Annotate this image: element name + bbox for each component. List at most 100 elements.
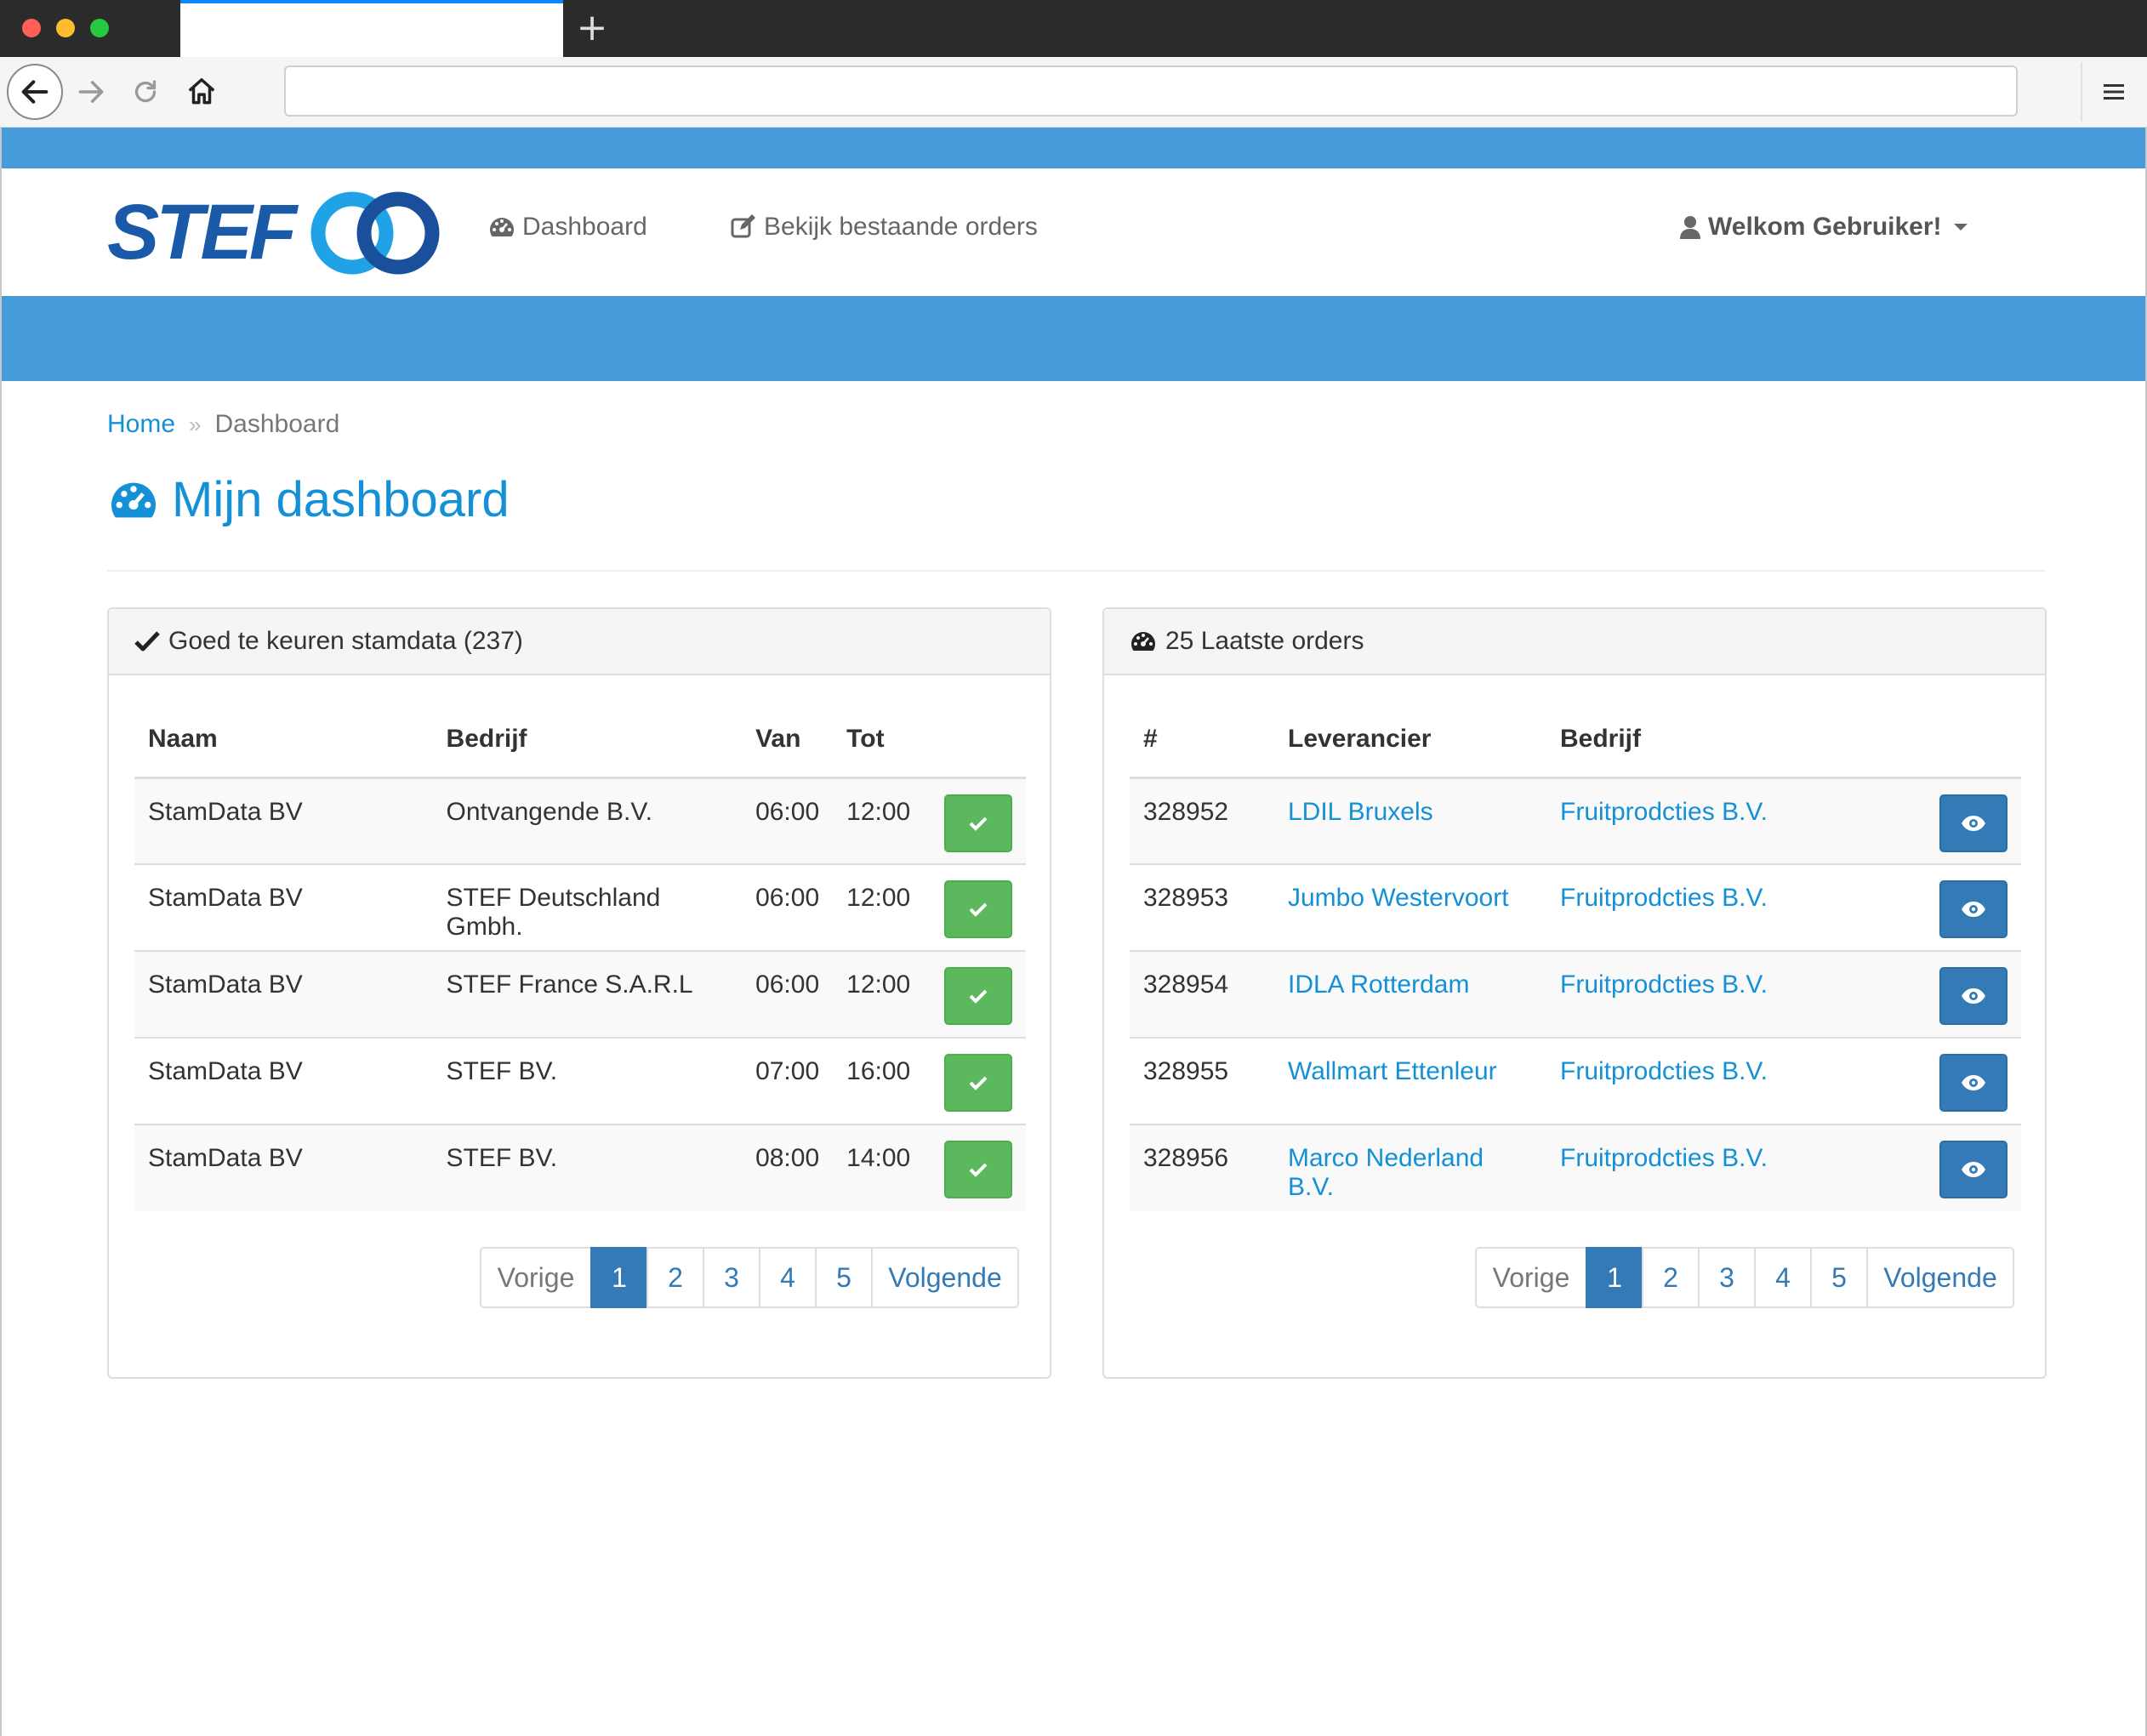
table-row: 328956 Marco Nederland B.V. Fruitprodcti… (1130, 1124, 2021, 1211)
breadcrumb: Home » Dashboard (107, 410, 339, 439)
leverancier-link[interactable]: Wallmart Ettenleur (1288, 1057, 1497, 1085)
cell-bedrijf: Fruitprodcties B.V. (1546, 1037, 1887, 1124)
eye-icon (1962, 988, 1985, 1004)
site-navbar: STEF Dashboard Bekijk bestaande orders W… (2, 168, 2145, 296)
pagination-page-4[interactable]: 4 (1754, 1247, 1812, 1308)
table-row: 328955 Wallmart Ettenleur Fruitprodcties… (1130, 1037, 2021, 1124)
home-button[interactable] (174, 64, 230, 120)
column-header-naam: Naam (134, 703, 433, 779)
breadcrumb-home-link[interactable]: Home (107, 410, 175, 439)
leverancier-link[interactable]: IDLA Rotterdam (1288, 970, 1469, 999)
breadcrumb-current: Dashboard (214, 410, 340, 438)
cell-actions (1887, 777, 2021, 864)
approve-button[interactable] (944, 967, 1012, 1025)
bedrijf-link[interactable]: Fruitprodcties B.V. (1560, 884, 1768, 912)
cell-actions (924, 1124, 1026, 1211)
cell-naam: StamData BV (134, 1037, 433, 1124)
cell-order-id: 328952 (1130, 777, 1274, 864)
title-divider (107, 570, 2045, 572)
eye-icon (1962, 902, 1985, 917)
pagination-page-5[interactable]: 5 (1810, 1247, 1868, 1308)
approve-button[interactable] (944, 1141, 1012, 1198)
check-icon (969, 902, 988, 917)
table-row: 328954 IDLA Rotterdam Fruitprodcties B.V… (1130, 950, 2021, 1038)
cell-bedrijf: STEF France S.A.R.L (432, 950, 743, 1038)
cell-van: 06:00 (742, 863, 834, 951)
svg-text:STEF: STEF (107, 191, 299, 276)
bedrijf-link[interactable]: Fruitprodcties B.V. (1560, 798, 1768, 826)
browser-toolbar (0, 57, 2147, 128)
cell-order-id: 328955 (1130, 1037, 1274, 1124)
cell-bedrijf: STEF Deutschland Gmbh. (432, 863, 743, 951)
leverancier-link[interactable]: LDIL Bruxels (1288, 798, 1433, 826)
orders-panel: 25 Laatste orders # Leverancier Bedrijf … (1102, 607, 2047, 1379)
browser-tab[interactable] (180, 0, 563, 57)
pagination-previous[interactable]: Vorige (480, 1247, 592, 1308)
view-order-button[interactable] (1939, 880, 2007, 938)
pagination-page-5[interactable]: 5 (815, 1247, 873, 1308)
forward-button[interactable] (63, 64, 119, 120)
approve-button[interactable] (944, 1054, 1012, 1112)
pagination-next[interactable]: Volgende (871, 1247, 1019, 1308)
dashboard-icon (1131, 632, 1155, 651)
view-order-button[interactable] (1939, 794, 2007, 852)
stef-logo[interactable]: STEF (107, 189, 447, 276)
nav-orders-link[interactable]: Bekijk bestaande orders (730, 213, 1038, 242)
cell-leverancier: Wallmart Ettenleur (1274, 1037, 1546, 1124)
toolbar-divider (2081, 62, 2082, 122)
column-header-tot: Tot (833, 703, 925, 779)
cell-naam: StamData BV (134, 863, 433, 951)
pagination-page-1[interactable]: 1 (1586, 1247, 1643, 1308)
pagination-next[interactable]: Volgende (1866, 1247, 2014, 1308)
nav-dashboard-link[interactable]: Dashboard (488, 213, 647, 242)
header-banner (2, 296, 2145, 381)
minimize-window-button[interactable] (56, 19, 75, 37)
close-window-button[interactable] (22, 19, 41, 37)
table-row: 328953 Jumbo Westervoort Fruitprodcties … (1130, 863, 2021, 951)
view-order-button[interactable] (1939, 1054, 2007, 1112)
view-order-button[interactable] (1939, 967, 2007, 1025)
new-tab-button[interactable]: + (572, 7, 612, 49)
table-row: StamData BV STEF BV. 08:00 14:00 (134, 1124, 1026, 1211)
column-header-actions (924, 703, 1026, 779)
view-order-button[interactable] (1939, 1141, 2007, 1198)
dashboard-icon (111, 482, 156, 517)
web-page: STEF Dashboard Bekijk bestaande orders W… (0, 128, 2147, 1736)
back-button[interactable] (7, 64, 63, 120)
bedrijf-link[interactable]: Fruitprodcties B.V. (1560, 1057, 1768, 1085)
bedrijf-link[interactable]: Fruitprodcties B.V. (1560, 1144, 1768, 1172)
reload-button[interactable] (117, 64, 174, 120)
column-header-van: Van (742, 703, 834, 779)
cell-actions (924, 1037, 1026, 1124)
pagination-page-2[interactable]: 2 (1642, 1247, 1700, 1308)
column-header-actions (1887, 703, 2021, 779)
bedrijf-link[interactable]: Fruitprodcties B.V. (1560, 970, 1768, 999)
table-row: StamData BV STEF BV. 07:00 16:00 (134, 1037, 1026, 1124)
pagination-page-3[interactable]: 3 (703, 1247, 760, 1308)
nav-orders-label: Bekijk bestaande orders (764, 213, 1038, 241)
page-title: Mijn dashboard (107, 471, 510, 528)
leverancier-link[interactable]: Jumbo Westervoort (1288, 884, 1509, 912)
leverancier-link[interactable]: Marco Nederland B.V. (1288, 1144, 1484, 1201)
browser-menu-button[interactable] (2093, 69, 2135, 115)
pagination-page-3[interactable]: 3 (1698, 1247, 1756, 1308)
eye-icon (1962, 815, 1985, 831)
approve-button[interactable] (944, 794, 1012, 852)
cell-actions (924, 950, 1026, 1038)
pagination-previous[interactable]: Vorige (1475, 1247, 1587, 1308)
stamdata-panel-header: Goed te keuren stamdata (237) (109, 609, 1050, 675)
maximize-window-button[interactable] (90, 19, 109, 37)
pagination-page-4[interactable]: 4 (759, 1247, 817, 1308)
user-menu-dropdown[interactable]: Welkom Gebruiker! (1679, 213, 1968, 242)
pagination-page-1[interactable]: 1 (590, 1247, 648, 1308)
cell-bedrijf: STEF BV. (432, 1124, 743, 1211)
browser-chrome: + (0, 0, 2147, 128)
pagination-page-2[interactable]: 2 (646, 1247, 704, 1308)
approve-button[interactable] (944, 880, 1012, 938)
cell-bedrijf: Fruitprodcties B.V. (1546, 950, 1887, 1038)
cell-leverancier: Jumbo Westervoort (1274, 863, 1546, 951)
address-bar[interactable] (284, 65, 2018, 117)
arrow-right-icon (78, 81, 104, 103)
cell-naam: StamData BV (134, 777, 433, 864)
cell-van: 08:00 (742, 1124, 834, 1211)
